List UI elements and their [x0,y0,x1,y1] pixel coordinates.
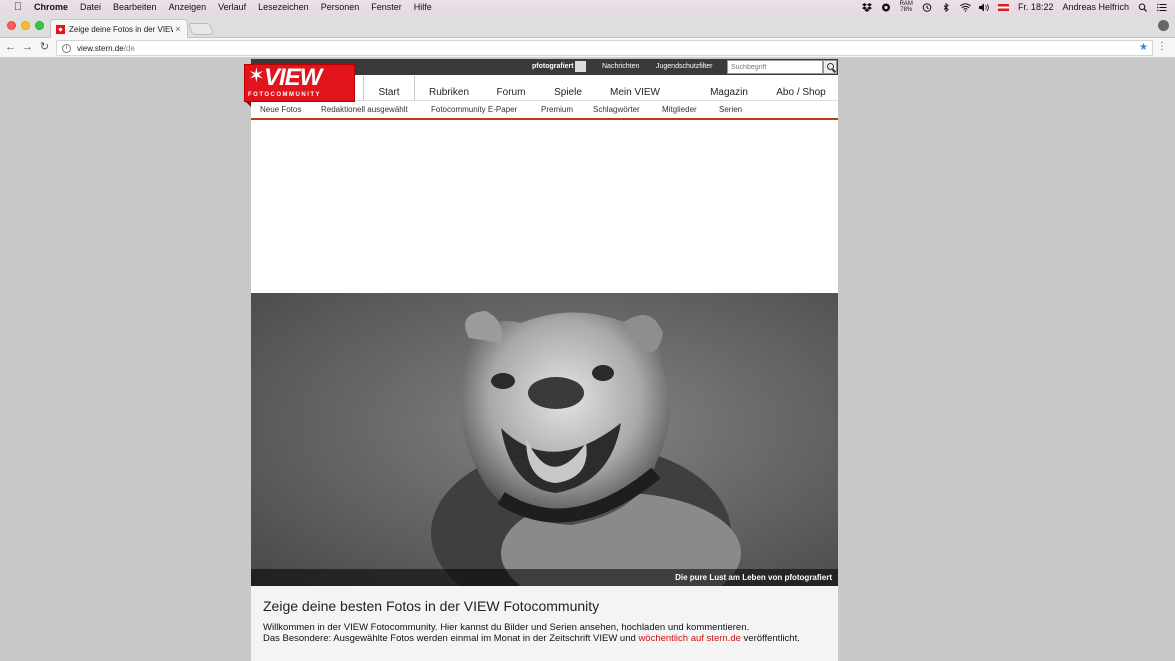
dropbox-icon[interactable] [861,2,872,12]
url-host: view.stern.de [77,43,124,53]
apple-icon[interactable]:  [12,1,24,13]
ad-space [251,122,838,293]
volume-icon[interactable] [978,3,989,12]
bluetooth-icon[interactable] [941,2,951,12]
menu-fenster[interactable]: Fenster [371,2,402,12]
youth-filter-link[interactable]: Jugendschutzfilter [656,59,712,75]
menu-lesezeichen[interactable]: Lesezeichen [258,2,309,12]
bulldog-photo-illustration [251,293,838,586]
address-bar[interactable]: i view.stern.de/de ★ [56,40,1153,56]
time-machine-icon[interactable] [922,2,932,12]
messages-link[interactable]: Nachrichten [602,59,639,75]
nav-tab-forum[interactable]: Forum [487,76,535,101]
page-viewport: pfotografiert Nachrichten Jugendschutzfi… [0,59,1175,661]
browser-toolbar: ← → ↻ i view.stern.de/de ★ ⋮ [0,38,1175,58]
menu-bearbeiten[interactable]: Bearbeiten [113,2,157,12]
browser-tab-active[interactable]: Zeige deine Fotos in der VIEW × [50,19,188,38]
nav-tab-start[interactable]: Start [363,76,415,101]
nav-tab-magazin[interactable]: Magazin [703,76,755,101]
menu-verlauf[interactable]: Verlauf [218,2,246,12]
user-avatar[interactable] [575,61,586,72]
macos-menubar:  Chrome Datei Bearbeiten Anzeigen Verla… [0,0,1175,14]
logo-subtitle: FOTOCOMMUNITY [248,92,352,98]
view-favicon-icon [56,24,65,34]
menu-app-name[interactable]: Chrome [34,2,68,12]
nav-tab-rubriken[interactable]: Rubriken [423,76,475,101]
subnav-schlagwoerter[interactable]: Schlagwörter [593,101,640,118]
ram-value: 78% [900,7,913,13]
nav-tab-abo-shop[interactable]: Abo / Shop [771,76,831,101]
subnav-premium[interactable]: Premium [541,101,573,118]
subnav-mitglieder[interactable]: Mitglieder [662,101,697,118]
intro-text-line2: Das Besondere: Ausgewählte Fotos werden … [263,633,800,644]
hero-caption[interactable]: Die pure Lust am Leben von pfotografiert [675,569,832,586]
wifi-icon[interactable] [960,2,971,12]
window-close-button[interactable] [7,21,16,30]
subnav-neue-fotos[interactable]: Neue Fotos [260,101,301,118]
creative-cloud-icon[interactable] [881,3,891,12]
logo-brand: VIEW [264,64,322,91]
menu-personen[interactable]: Personen [321,2,360,12]
menubar-status-area: RAM 78% Fr. 18:22 Andreas Helfrich [861,0,1167,14]
view-fotocommunity-logo[interactable]: ✶ VIEW FOTOCOMMUNITY [244,64,355,102]
subnav-serien[interactable]: Serien [719,101,742,118]
back-arrow-icon[interactable]: ← [4,41,17,54]
reload-icon[interactable]: ↻ [38,41,51,54]
search-input[interactable] [727,60,823,74]
intro-line2-prefix: Das Besondere: Ausgewählte Fotos werden … [263,633,639,644]
username-link[interactable]: pfotografiert [532,59,574,75]
site-info-icon[interactable]: i [62,43,71,53]
profile-avatar-icon[interactable] [1158,20,1169,31]
tab-title: Zeige deine Fotos in der VIEW [69,24,173,34]
site-container: pfotografiert Nachrichten Jugendschutzfi… [244,59,838,661]
intro-line2-suffix: veröffentlicht. [740,633,800,644]
menu-hilfe[interactable]: Hilfe [414,2,432,12]
new-tab-button[interactable] [187,23,215,35]
url-path: /de [123,43,135,53]
nav-tab-mein-view[interactable]: Mein VIEW [601,76,669,101]
stern-weekly-link[interactable]: wöchentlich auf stern.de [638,633,740,644]
search-icon[interactable] [823,60,837,74]
tab-close-icon[interactable]: × [173,24,183,34]
sub-navigation: Neue Fotos Redaktionell ausgewählt Fotoc… [251,101,838,120]
notification-center-icon[interactable] [1157,3,1167,12]
intro-section: Zeige deine besten Fotos in der VIEW Fot… [251,586,838,661]
subnav-epaper[interactable]: Fotocommunity E-Paper [431,101,517,118]
window-controls [7,21,44,30]
browser-tabbar: Zeige deine Fotos in der VIEW × [0,14,1175,38]
spotlight-search-icon[interactable] [1138,3,1148,12]
ram-monitor[interactable]: RAM 78% [900,1,913,13]
hero-photo[interactable]: Die pure Lust am Leben von pfotografiert [251,293,838,586]
intro-title: Zeige deine besten Fotos in der VIEW Fot… [263,598,600,614]
chrome-menu-icon[interactable]: ⋮ [1157,41,1167,52]
nav-tab-spiele[interactable]: Spiele [543,76,593,101]
menubar-user[interactable]: Andreas Helfrich [1062,2,1129,12]
menubar-clock[interactable]: Fr. 18:22 [1018,2,1054,12]
subnav-redaktionell[interactable]: Redaktionell ausgewählt [321,101,408,118]
window-minimize-button[interactable] [21,21,30,30]
bookmark-star-icon[interactable]: ★ [1139,42,1148,53]
window-zoom-button[interactable] [35,21,44,30]
menu-datei[interactable]: Datei [80,2,101,12]
input-source-flag-icon[interactable] [997,3,1009,11]
menu-anzeigen[interactable]: Anzeigen [169,2,207,12]
hero-caption-bar: Die pure Lust am Leben von pfotografiert [251,569,838,586]
intro-text-line1: Willkommen in der VIEW Fotocommunity. Hi… [263,622,750,633]
forward-arrow-icon[interactable]: → [21,41,34,54]
